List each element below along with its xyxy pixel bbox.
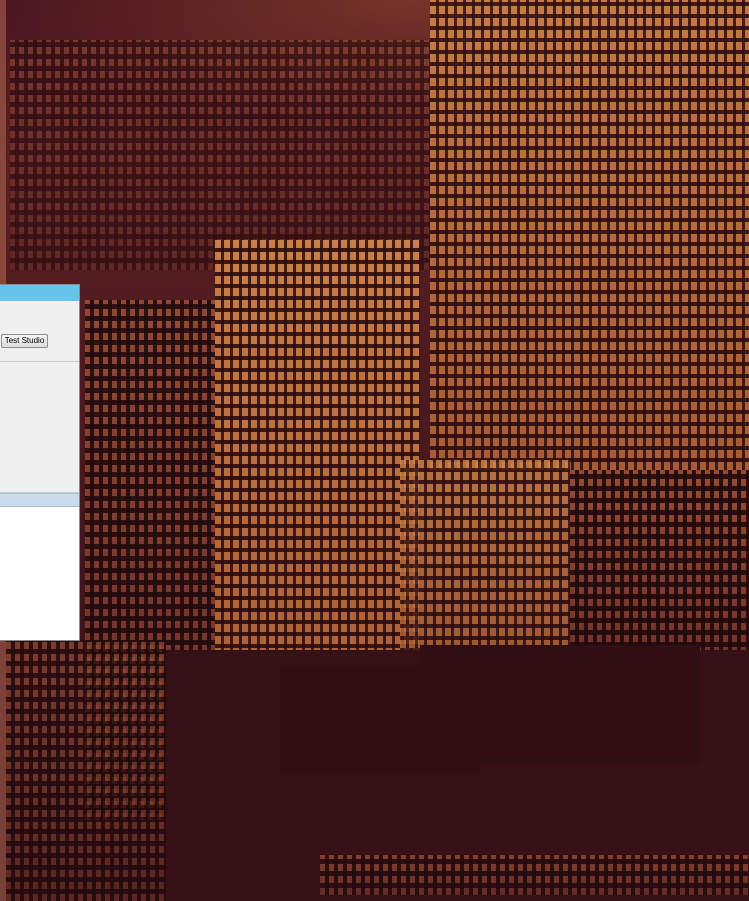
- test-studio-button[interactable]: Test Studio: [1, 334, 48, 348]
- window-titlebar[interactable]: [0, 285, 79, 301]
- toolbar: Test Studio: [0, 301, 79, 362]
- lower-pane: [0, 507, 79, 640]
- tower-right: [430, 0, 749, 470]
- pane-splitter[interactable]: [0, 493, 79, 507]
- app-window[interactable]: Test Studio: [0, 284, 80, 641]
- upper-pane: [0, 362, 79, 493]
- building-lower-left: [6, 640, 166, 901]
- desktop-wallpaper: [0, 0, 749, 901]
- building-middle-base: [400, 460, 570, 660]
- rooftop-left: [280, 665, 480, 775]
- distant-buildings: [10, 40, 430, 270]
- foreground-windows: [320, 855, 749, 895]
- tower-middle: [215, 240, 420, 680]
